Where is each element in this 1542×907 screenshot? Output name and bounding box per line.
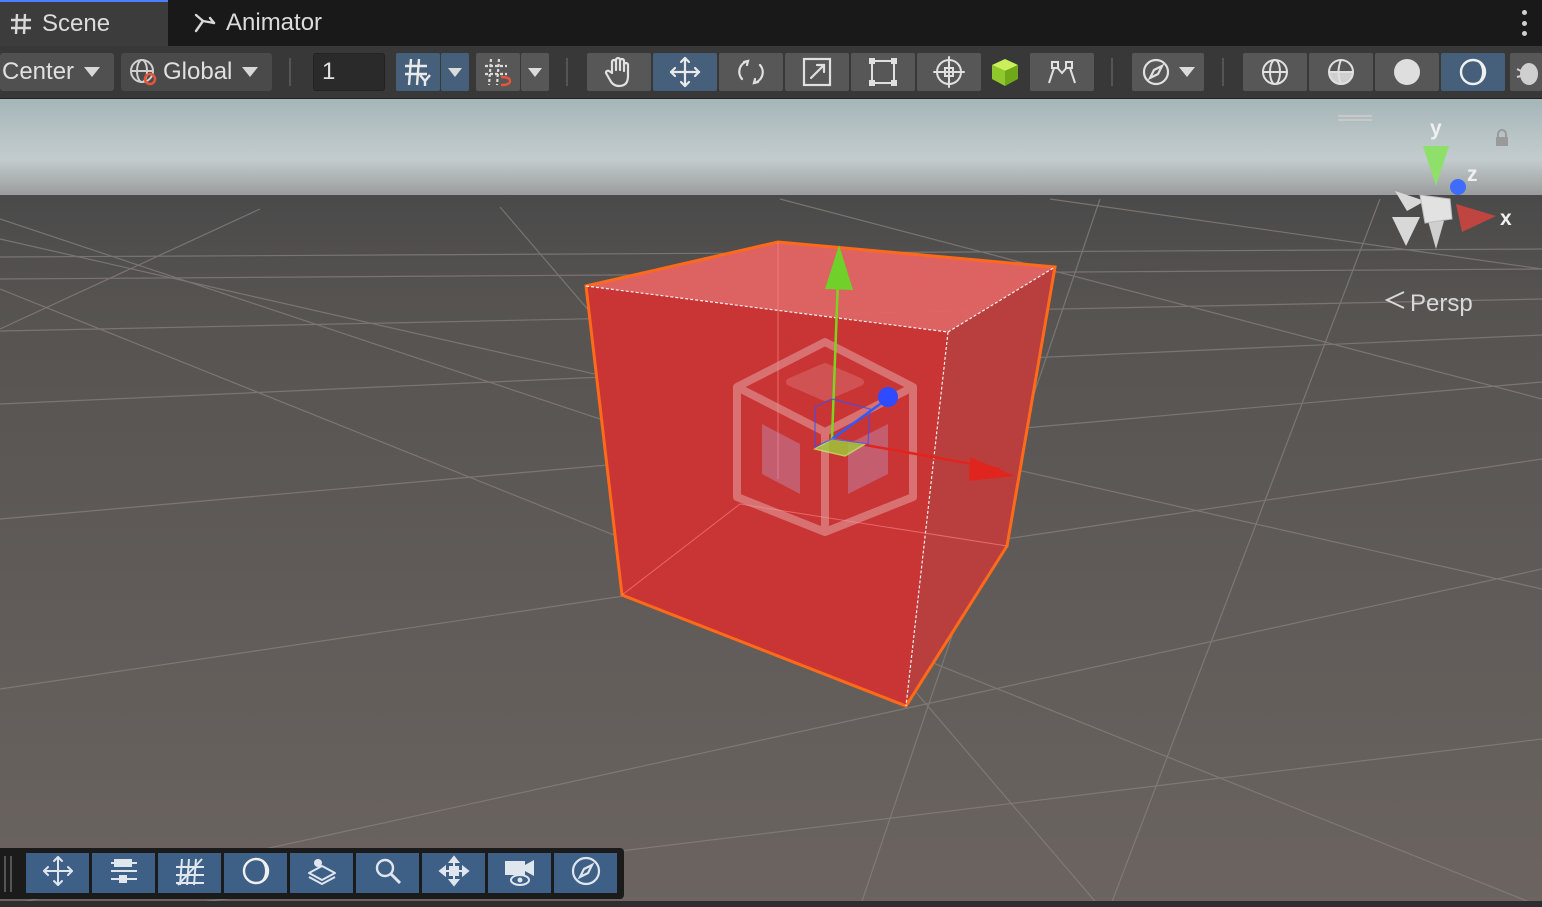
rotate-tool-button[interactable]: [719, 53, 783, 91]
scale-icon: [800, 55, 834, 89]
hand-icon: [602, 55, 636, 89]
sliders-icon: [109, 856, 139, 891]
grid-magnet-icon: [483, 57, 513, 87]
camera-icon: [503, 855, 537, 892]
skybox: [0, 99, 1542, 209]
chevron-down-icon: [84, 67, 101, 77]
rect-transform-icon: [866, 55, 900, 89]
debug-draw-button[interactable]: [1510, 53, 1542, 91]
more-options-icon[interactable]: [1522, 10, 1528, 36]
tab-scene[interactable]: Scene: [0, 0, 168, 46]
gameobject-cube-icon: [733, 338, 917, 536]
layers-button[interactable]: [290, 853, 353, 893]
gizmo-x-label: x: [1500, 207, 1512, 230]
grid-hash-icon: [10, 13, 32, 35]
shading-wireframe-button[interactable]: [1243, 53, 1307, 91]
toolbar-separator: [566, 58, 568, 86]
gizmo-z-label: z: [1467, 163, 1478, 186]
pivot-label: Center: [2, 58, 75, 85]
navigation-button[interactable]: [554, 853, 617, 893]
rect-tool-button[interactable]: [851, 53, 915, 91]
compass-icon: [1141, 57, 1171, 87]
projection-label: Persp: [1410, 289, 1473, 317]
toolbar-separator: [289, 58, 291, 86]
move-arrows-icon: [668, 55, 702, 89]
camera-button[interactable]: [488, 853, 551, 893]
space-label: Global: [163, 58, 233, 85]
transform-tool-button[interactable]: [917, 53, 981, 91]
custom-tool-button[interactable]: [983, 53, 1027, 91]
gizmos-dropdown[interactable]: [1132, 53, 1204, 91]
scene-viewport[interactable]: y z x Persp: [0, 99, 1542, 907]
path-editor-icon: [1044, 55, 1080, 89]
grid-settings-button[interactable]: [158, 853, 221, 893]
layers-icon: [306, 855, 338, 892]
gizmo-y-label: y: [1430, 117, 1442, 140]
toolbar-separator: [1222, 58, 1224, 86]
gizmo-menu-icon[interactable]: [1338, 115, 1372, 121]
scale-tool-button[interactable]: [785, 53, 849, 91]
gizmo-z-handle[interactable]: [1450, 179, 1466, 195]
viewport-bottom-border: [0, 901, 1542, 907]
pivot-dropdown[interactable]: Center: [0, 53, 114, 91]
grid-snap-dropdown[interactable]: [441, 53, 469, 91]
tab-animator[interactable]: Animator: [190, 0, 322, 46]
toolbar-separator: [1111, 58, 1113, 86]
shaded-wireframe-sphere-icon: [1326, 57, 1356, 87]
shading-lighting-button[interactable]: [1441, 53, 1505, 91]
snap-increment-input[interactable]: 1: [313, 53, 385, 91]
grid-icon: [174, 855, 206, 892]
search-icon: [373, 856, 403, 891]
search-button[interactable]: [356, 853, 419, 893]
chevron-left-icon: [1384, 289, 1406, 318]
grid-visibility-dropdown[interactable]: [521, 53, 549, 91]
projection-toggle[interactable]: Persp: [1384, 289, 1473, 318]
space-dropdown[interactable]: Global: [121, 53, 272, 91]
overlay-toolbar: [0, 848, 624, 899]
transform-all-icon: [932, 55, 966, 89]
shading-shaded-button[interactable]: [1375, 53, 1439, 91]
tab-bar: Scene Animator: [0, 0, 1542, 46]
lighting-overlay-button[interactable]: [224, 853, 287, 893]
bug-icon: [1511, 57, 1541, 87]
chevron-down-icon: [1179, 67, 1195, 77]
drag-handle[interactable]: [4, 856, 12, 892]
lock-icon[interactable]: [1494, 129, 1510, 152]
move-tool-button[interactable]: [653, 53, 717, 91]
z-axis-handle[interactable]: [878, 387, 898, 407]
wireframe-sphere-icon: [1260, 57, 1290, 87]
tab-scene-label: Scene: [42, 10, 111, 37]
tool-settings-button[interactable]: [26, 853, 89, 893]
hand-tool-button[interactable]: [587, 53, 651, 91]
chevron-down-icon: [242, 67, 259, 77]
shading-shaded-wireframe-button[interactable]: [1309, 53, 1373, 91]
tab-animator-label: Animator: [226, 9, 323, 36]
orientation-button[interactable]: [422, 853, 485, 893]
cube-icon: [989, 56, 1021, 88]
grid-snap-icon: [403, 57, 433, 87]
component-tool-button[interactable]: [1030, 53, 1094, 91]
compass-icon: [570, 855, 602, 892]
lit-sphere-icon: [1458, 57, 1488, 87]
transform-settings-button[interactable]: [92, 853, 155, 893]
solid-sphere-icon: [1392, 57, 1422, 87]
grid-snap-toggle[interactable]: [396, 53, 440, 91]
chevron-down-icon: [448, 67, 462, 77]
move-arrows-icon: [41, 854, 75, 893]
rotate-icon: [734, 55, 768, 89]
scene-toolbar: Center Global 1: [0, 46, 1542, 99]
chevron-down-icon: [528, 67, 542, 77]
lit-sphere-icon: [241, 856, 271, 891]
grid-visibility-toggle[interactable]: [476, 53, 520, 91]
pivot-arrows-icon: [437, 854, 470, 892]
scene-canvas[interactable]: [0, 99, 1542, 907]
animator-icon: [194, 13, 216, 33]
globe-icon: [129, 58, 157, 86]
